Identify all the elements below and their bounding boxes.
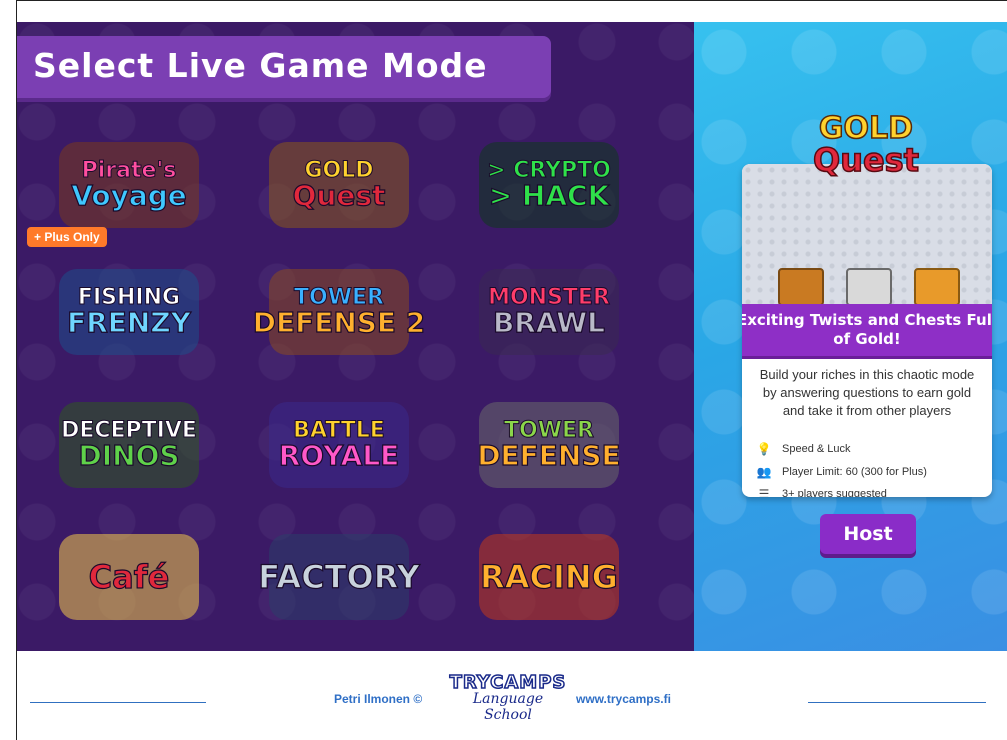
page-title: Select Live Game Mode xyxy=(33,46,488,85)
plus-only-badge: + Plus Only xyxy=(27,227,107,247)
feature-player-limit: 👥 Player Limit: 60 (300 for Plus) xyxy=(756,465,927,479)
feature-speed-luck: 💡 Speed & Luck xyxy=(756,442,851,456)
game-mode-tile[interactable]: FACTORY xyxy=(239,522,439,632)
game-mode-tile[interactable]: Pirate's Voyage xyxy=(29,130,229,240)
feature-label: Player Limit: 60 (300 for Plus) xyxy=(782,466,927,478)
footer-logo-top: TRYCAMPS xyxy=(449,671,567,694)
logo-line2: DEFENSE xyxy=(477,439,622,472)
game-mode-app: Select Live Game Mode Pirate's Voyage + Pl… xyxy=(17,22,1007,651)
footer-author: Petri Ilmonen © xyxy=(334,692,423,706)
game-mode-tile[interactable]: GOLD Quest xyxy=(239,130,439,240)
title-banner: Select Live Game Mode xyxy=(17,36,551,98)
game-mode-logo: RACING xyxy=(449,522,649,632)
logo-line2: ROYALE xyxy=(278,439,400,472)
game-mode-logo: FISHING FRENZY xyxy=(29,257,229,367)
game-mode-logo: Café xyxy=(29,522,229,632)
game-mode-tile[interactable]: DECEPTIVE DINOS xyxy=(29,390,229,500)
logo-line2: Voyage xyxy=(71,179,188,212)
feature-label: 3+ players suggested xyxy=(782,488,887,497)
footer-divider-left xyxy=(30,702,206,703)
logo-line2: Quest xyxy=(292,179,386,212)
chest-icon xyxy=(846,268,892,306)
logo-line2: DINOS xyxy=(78,439,180,472)
game-mode-tile[interactable]: MONSTER BRAWL xyxy=(449,257,649,367)
host-button[interactable]: Host xyxy=(820,514,916,554)
game-mode-logo: FACTORY xyxy=(239,522,439,632)
mode-detail-card: Exciting Twists and Chests Full of Gold!… xyxy=(742,164,992,497)
lightbulb-icon: 💡 xyxy=(756,442,772,456)
chest-icon xyxy=(914,268,960,306)
game-mode-tile[interactable]: BATTLE ROYALE xyxy=(239,390,439,500)
detail-banner: Exciting Twists and Chests Full of Gold! xyxy=(742,304,992,356)
trycamps-logo: TRYCAMPS Language School xyxy=(448,671,568,723)
checklist-icon: ☰ xyxy=(758,487,770,497)
players-icon: 👥 xyxy=(756,465,772,479)
game-mode-logo: TOWER DEFENSE 2 xyxy=(239,257,439,367)
footer-divider-right xyxy=(808,702,986,703)
game-mode-logo: TOWER DEFENSE xyxy=(449,390,649,500)
game-mode-logo: DECEPTIVE DINOS xyxy=(29,390,229,500)
game-mode-tile[interactable]: > CRYPTO > HACK xyxy=(449,130,649,240)
detail-panel: Exciting Twists and Chests Full of Gold!… xyxy=(694,22,1007,651)
footer-url[interactable]: www.trycamps.fi xyxy=(576,692,671,706)
detail-logo-line1: GOLD xyxy=(818,111,914,146)
logo-line2: DEFENSE 2 xyxy=(252,306,426,339)
game-mode-logo: GOLD Quest xyxy=(239,130,439,240)
logo-line2: FACTORY xyxy=(258,558,421,596)
gold-quest-detail-logo: GOLD Quest xyxy=(776,111,956,204)
logo-line2: BRAWL xyxy=(492,306,606,339)
feature-suggested-players: ☰ 3+ players suggested xyxy=(756,487,887,497)
mode-grid-panel: Select Live Game Mode Pirate's Voyage + Pl… xyxy=(17,22,694,651)
game-mode-logo: MONSTER BRAWL xyxy=(449,257,649,367)
detail-description: Build your riches in this chaotic mode b… xyxy=(759,367,975,418)
logo-line2: > HACK xyxy=(488,179,610,212)
game-mode-logo: Pirate's Voyage xyxy=(29,130,229,240)
game-mode-tile[interactable]: FISHING FRENZY xyxy=(29,257,229,367)
game-mode-logo: > CRYPTO > HACK xyxy=(449,130,649,240)
game-mode-logo: BATTLE ROYALE xyxy=(239,390,439,500)
logo-line2: RACING xyxy=(479,558,618,596)
game-mode-tile[interactable]: Café xyxy=(29,522,229,632)
detail-logo-line2: Quest xyxy=(812,141,920,179)
logo-line2: FRENZY xyxy=(66,306,191,339)
game-mode-tile[interactable]: TOWER DEFENSE 2 xyxy=(239,257,439,367)
logo-line2: Café xyxy=(88,558,170,596)
game-mode-tile[interactable]: TOWER DEFENSE xyxy=(449,390,649,500)
game-mode-tile[interactable]: RACING xyxy=(449,522,649,632)
feature-label: Speed & Luck xyxy=(782,443,851,455)
footer-logo-bottom: Language School xyxy=(472,691,544,723)
chest-icon xyxy=(778,268,824,306)
